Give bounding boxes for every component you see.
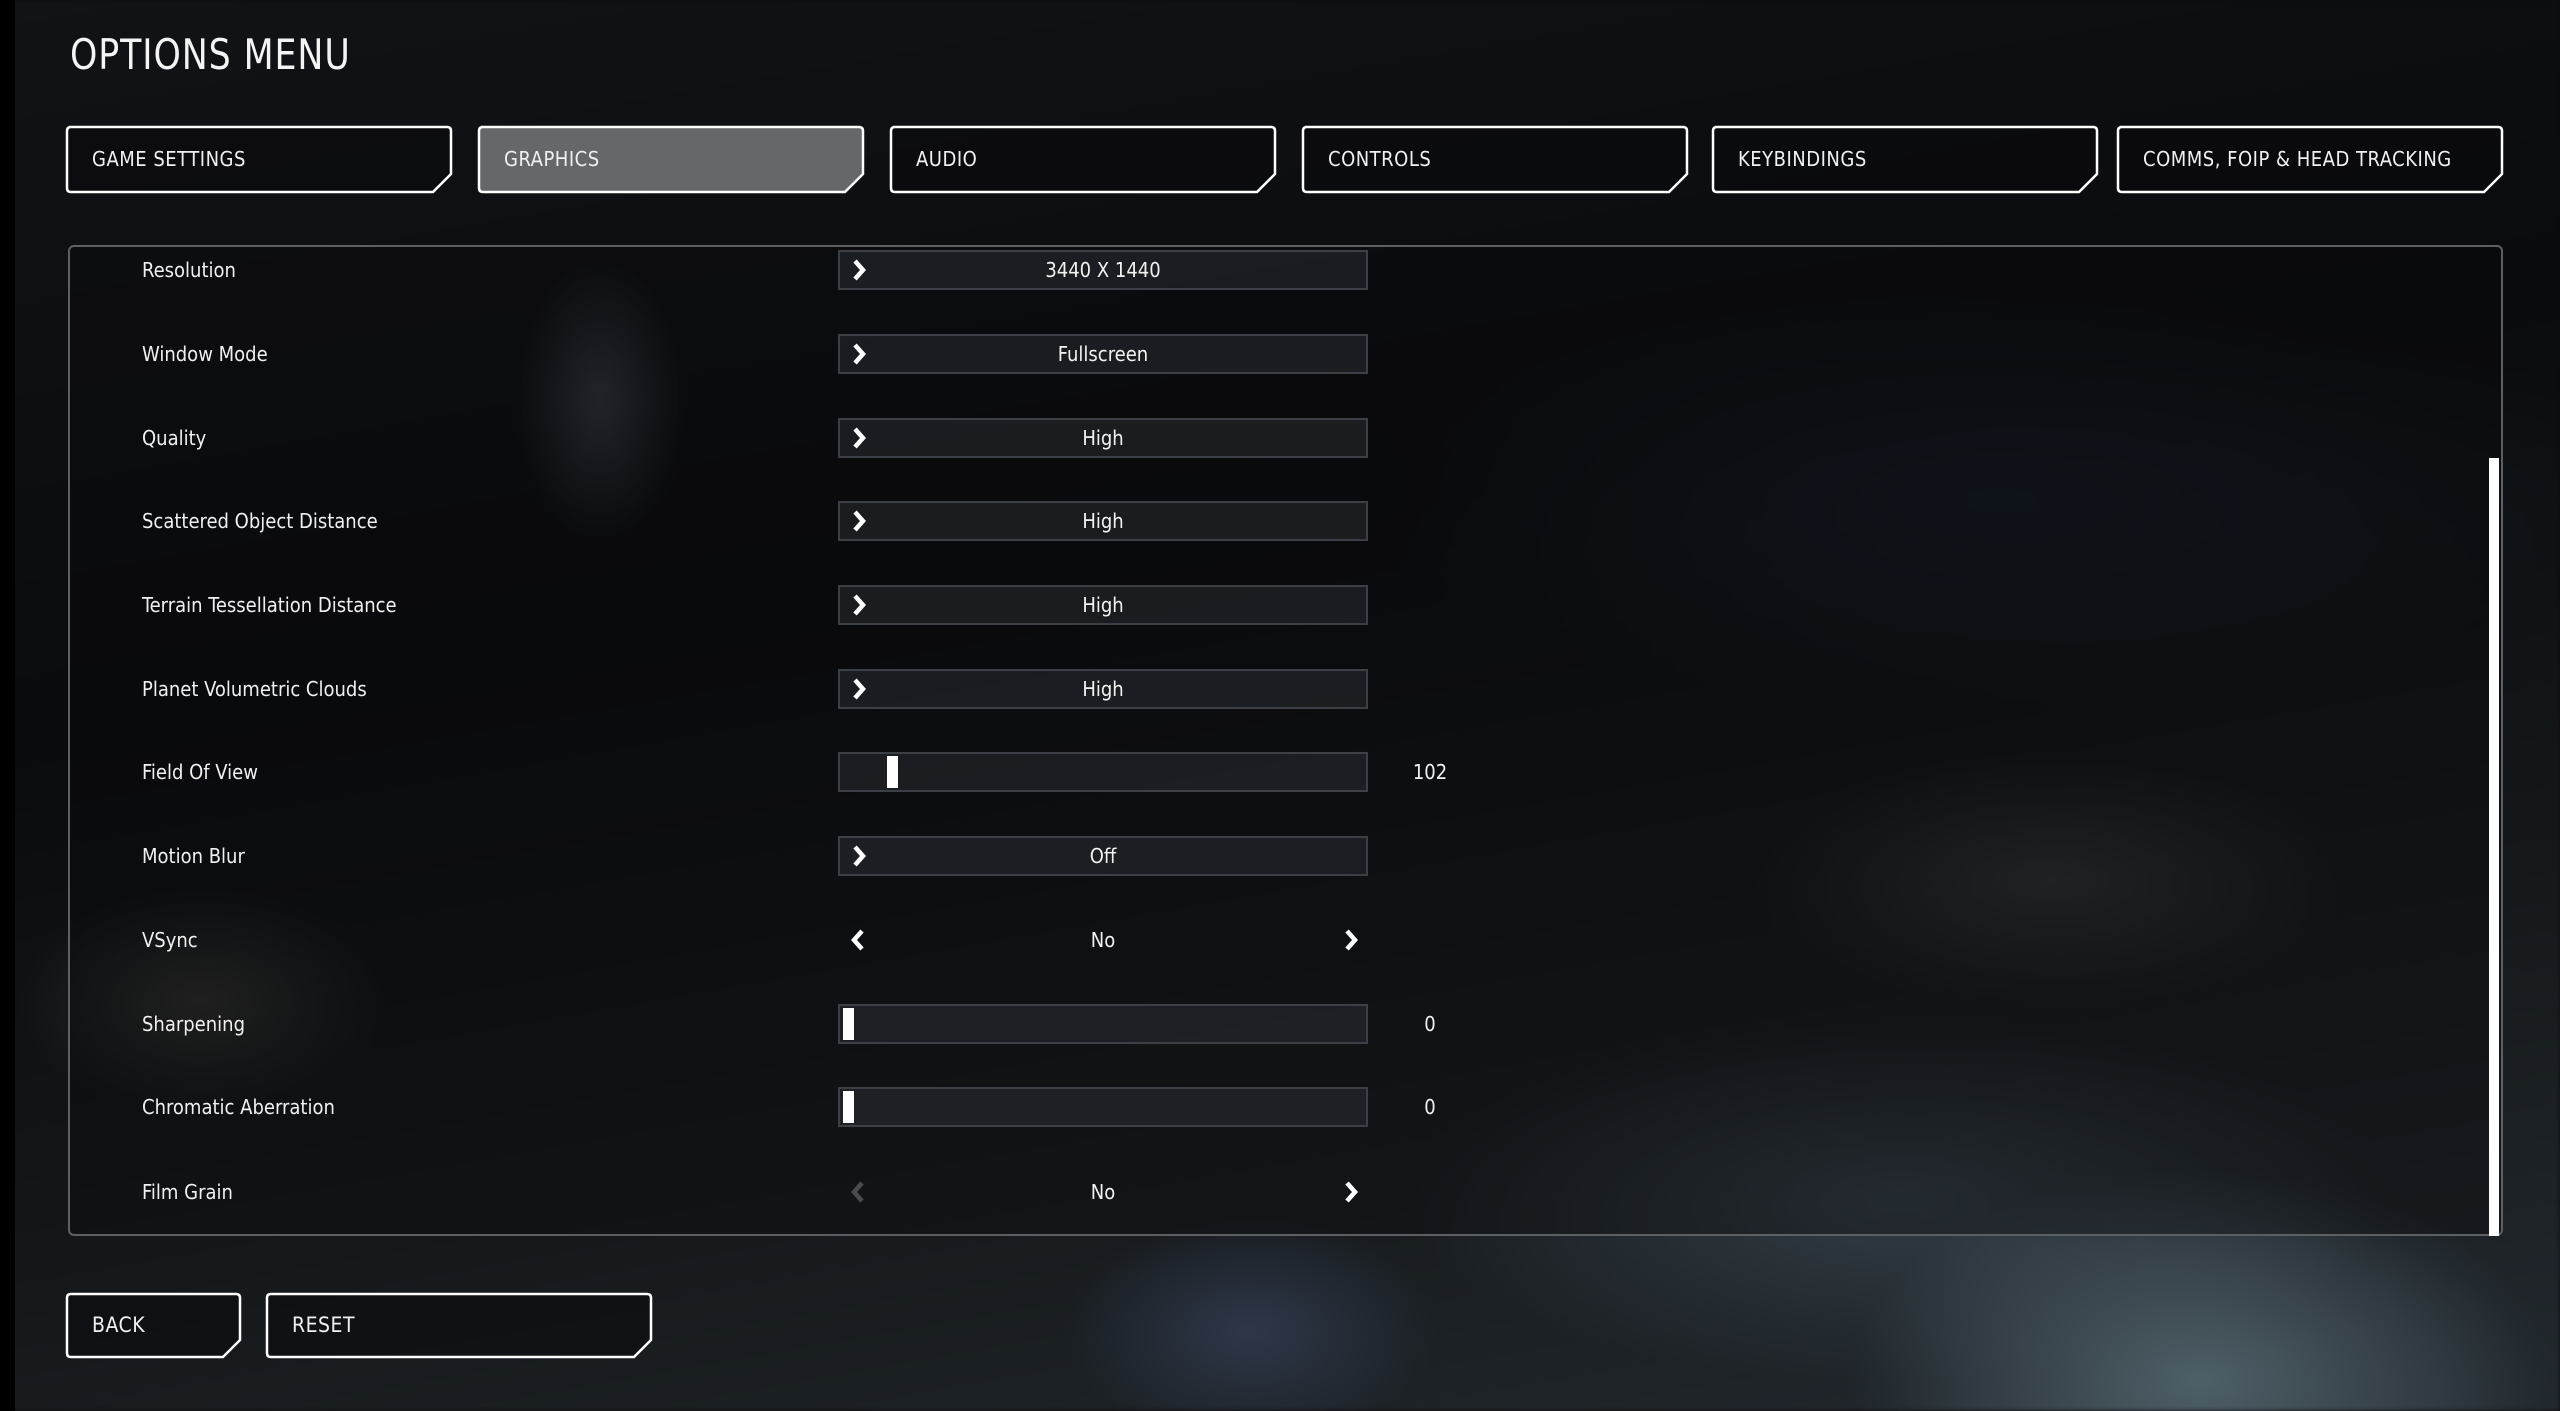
dropdown-value: Fullscreen [1057, 342, 1149, 366]
slider-handle[interactable] [843, 1008, 854, 1040]
tab-game-settings[interactable]: GAME SETTINGS [65, 125, 453, 194]
selector-value: No [1090, 928, 1116, 952]
field-of-view-slider[interactable] [838, 752, 1368, 792]
tab-graphics[interactable]: GRAPHICS [477, 125, 865, 194]
tab-label: KEYBINDINGS [1738, 147, 1867, 171]
tab-keybindings[interactable]: KEYBINDINGS [1711, 125, 2099, 194]
setting-row-resolution: Resolution 3440 X 1440 [0, 248, 2560, 292]
tab-audio[interactable]: AUDIO [889, 125, 1277, 194]
quality-dropdown[interactable]: High [838, 418, 1368, 458]
slider-track [838, 1004, 1368, 1044]
setting-label: Quality [142, 426, 207, 450]
setting-label: Scattered Object Distance [142, 509, 378, 533]
tab-label: CONTROLS [1328, 147, 1432, 171]
setting-row-film-grain: Film Grain No [0, 1170, 2560, 1214]
dropdown-value: 3440 X 1440 [1045, 258, 1161, 282]
setting-row-window-mode: Window Mode Fullscreen [0, 332, 2560, 376]
setting-row-terrain-tessellation-distance: Terrain Tessellation Distance High [0, 583, 2560, 627]
tab-label: COMMS, FOIP & HEAD TRACKING [2143, 147, 2452, 171]
button-label: RESET [292, 1313, 356, 1337]
tab-label: GAME SETTINGS [92, 147, 246, 171]
setting-label: Terrain Tessellation Distance [142, 593, 397, 617]
vsync-selector: No [838, 920, 1368, 960]
tab-label: GRAPHICS [504, 147, 600, 171]
terrain-tessellation-distance-dropdown[interactable]: High [838, 585, 1368, 625]
tab-controls[interactable]: CONTROLS [1301, 125, 1689, 194]
planet-volumetric-clouds-dropdown[interactable]: High [838, 669, 1368, 709]
dropdown-value: High [1082, 677, 1124, 701]
setting-row-field-of-view: Field Of View 102 [0, 750, 2560, 794]
back-button[interactable]: BACK [65, 1292, 242, 1359]
setting-row-chromatic-aberration: Chromatic Aberration 0 [0, 1085, 2560, 1129]
setting-row-vsync: VSync No [0, 918, 2560, 962]
setting-row-motion-blur: Motion Blur Off [0, 834, 2560, 878]
setting-label: Planet Volumetric Clouds [142, 677, 367, 701]
dropdown-value: High [1082, 426, 1124, 450]
slider-value: 102 [1412, 760, 1448, 784]
reset-button[interactable]: RESET [265, 1292, 653, 1359]
sharpening-slider[interactable] [838, 1004, 1368, 1044]
slider-value: 0 [1424, 1095, 1436, 1119]
setting-label: Film Grain [142, 1180, 233, 1204]
dropdown-value: High [1082, 509, 1124, 533]
page-title: OPTIONS MENU [70, 30, 351, 79]
selector-value: No [1090, 1180, 1116, 1204]
setting-label: Chromatic Aberration [142, 1095, 335, 1119]
setting-label: Field Of View [142, 760, 258, 784]
tab-label: AUDIO [916, 147, 978, 171]
motion-blur-dropdown[interactable]: Off [838, 836, 1368, 876]
setting-row-planet-volumetric-clouds: Planet Volumetric Clouds High [0, 667, 2560, 711]
setting-label: Sharpening [142, 1012, 245, 1036]
setting-row-scattered-object-distance: Scattered Object Distance High [0, 499, 2560, 543]
setting-label: Motion Blur [142, 844, 245, 868]
setting-row-quality: Quality High [0, 416, 2560, 460]
dropdown-value: Off [1089, 844, 1117, 868]
chromatic-aberration-slider[interactable] [838, 1087, 1368, 1127]
slider-track [838, 1087, 1368, 1127]
tab-comms-foip-head-tracking[interactable]: COMMS, FOIP & HEAD TRACKING [2116, 125, 2504, 194]
film-grain-selector: No [838, 1172, 1368, 1212]
window-mode-dropdown[interactable]: Fullscreen [838, 334, 1368, 374]
dropdown-value: High [1082, 593, 1124, 617]
setting-label: VSync [142, 928, 198, 952]
slider-track [838, 752, 1368, 792]
slider-handle[interactable] [886, 756, 898, 788]
setting-label: Resolution [142, 258, 236, 282]
setting-row-sharpening: Sharpening 0 [0, 1002, 2560, 1046]
button-label: BACK [92, 1313, 146, 1337]
resolution-dropdown[interactable]: 3440 X 1440 [838, 250, 1368, 290]
slider-value: 0 [1424, 1012, 1436, 1036]
chevron-right-icon[interactable] [1340, 928, 1364, 952]
scattered-object-distance-dropdown[interactable]: High [838, 501, 1368, 541]
chevron-right-icon[interactable] [1340, 1180, 1364, 1204]
slider-handle[interactable] [843, 1091, 854, 1123]
setting-label: Window Mode [142, 342, 268, 366]
